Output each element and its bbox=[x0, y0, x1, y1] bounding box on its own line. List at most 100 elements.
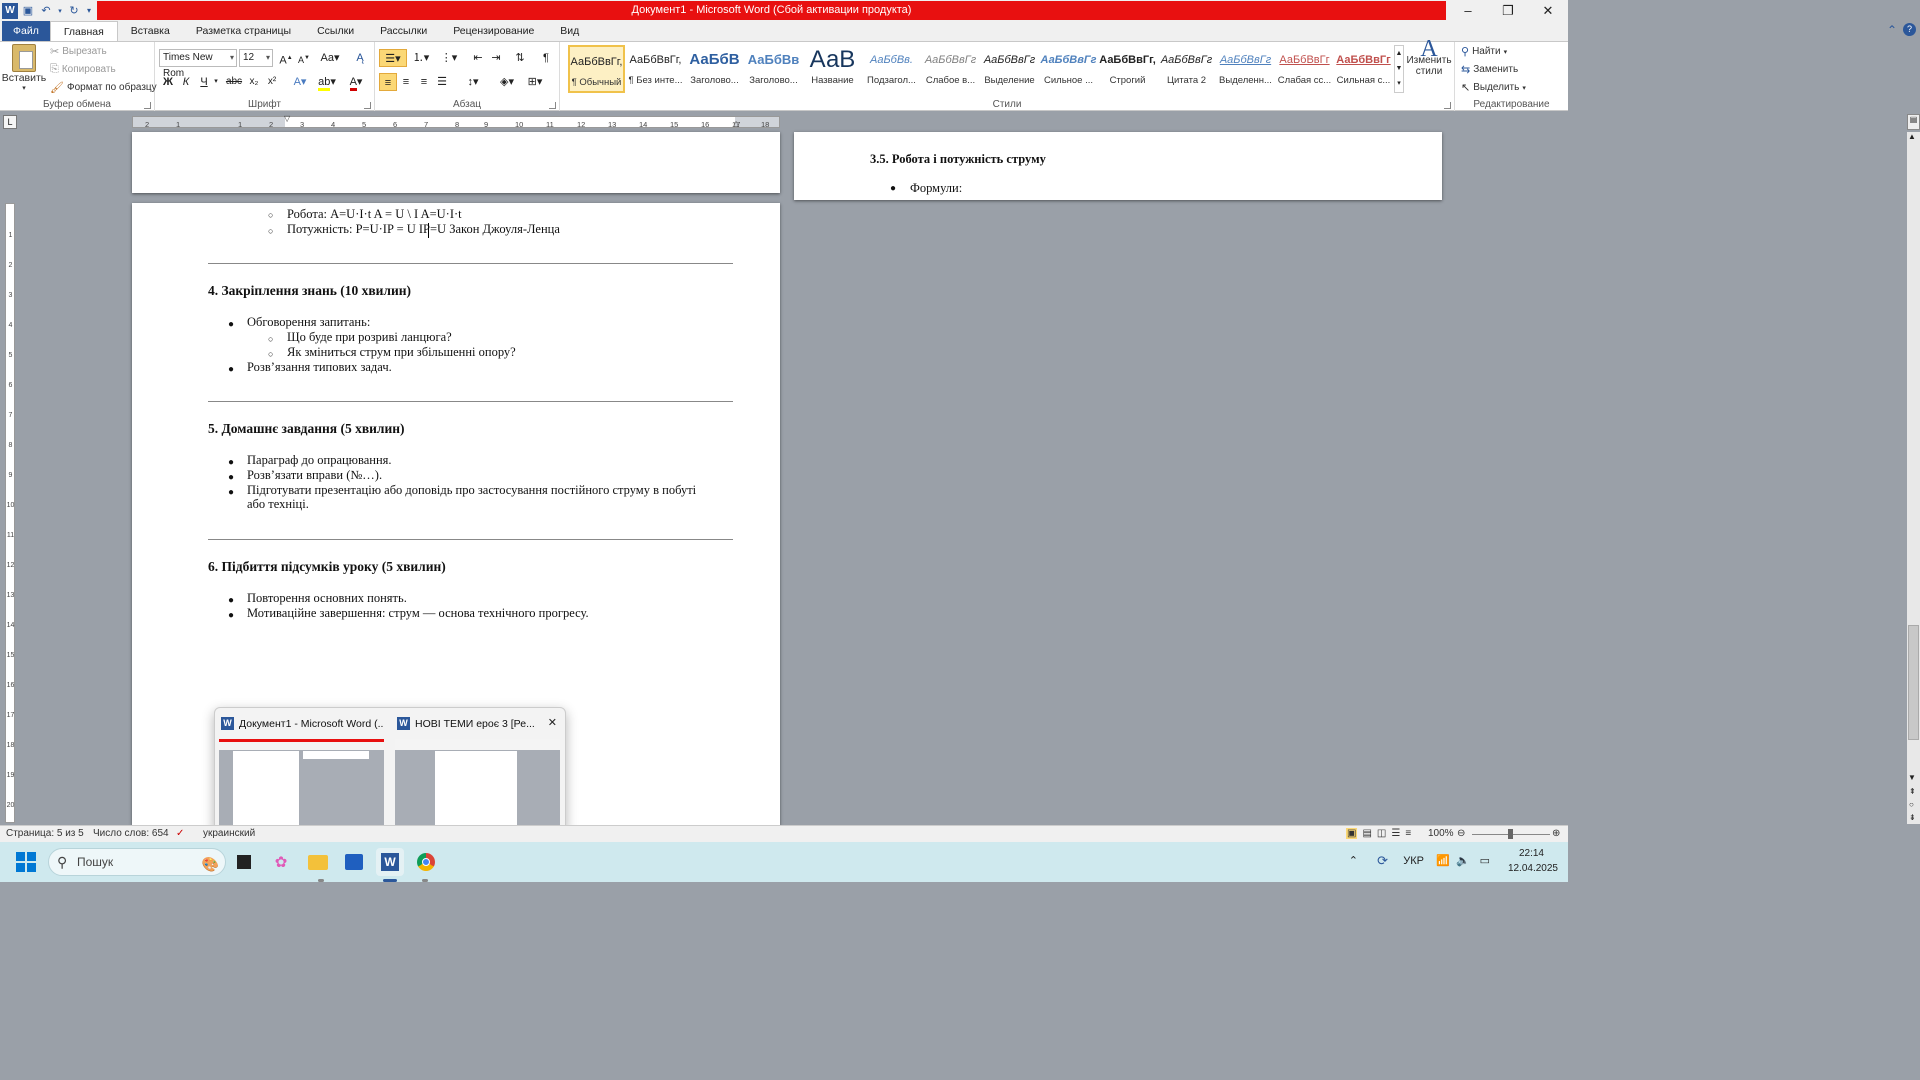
clipboard-launcher-icon[interactable] bbox=[144, 102, 151, 109]
close-button[interactable]: ✕ bbox=[1528, 0, 1568, 21]
help-icon[interactable]: ? bbox=[1903, 23, 1916, 36]
copy-button[interactable]: ⎘ Копировать bbox=[50, 63, 116, 76]
bullets-icon[interactable]: ☰▾ bbox=[379, 49, 407, 67]
bold-icon[interactable]: Ж bbox=[159, 73, 177, 91]
scroll-up-icon[interactable]: ▲ bbox=[1908, 132, 1916, 141]
font-launcher-icon[interactable] bbox=[364, 102, 371, 109]
font-name-combo[interactable]: Times New Rom ▾ bbox=[159, 49, 237, 79]
sort-icon[interactable]: ⇅ bbox=[511, 49, 529, 67]
shading-icon[interactable]: ◈▾ bbox=[495, 73, 519, 91]
scrollbar-thumb[interactable] bbox=[1908, 625, 1919, 740]
clock-date[interactable]: 12.04.2025 bbox=[1508, 863, 1558, 874]
volume-icon[interactable]: 🔈 bbox=[1456, 854, 1470, 867]
font-color-icon[interactable]: A▾ bbox=[345, 73, 367, 91]
style-heading2[interactable]: АаБбВв Заголово... bbox=[745, 45, 802, 93]
style-subtle-emphasis[interactable]: АаБбВвГг Слабое в... bbox=[922, 45, 979, 93]
minimize-ribbon-icon[interactable]: ⌃ bbox=[1887, 23, 1897, 37]
style-subtle-reference[interactable]: АаБбВвГг Слабая сс... bbox=[1276, 45, 1333, 93]
highlight-color-icon[interactable]: ab▾ bbox=[315, 73, 339, 91]
strikethrough-icon[interactable]: abc bbox=[225, 73, 243, 91]
search-box[interactable]: ⚲ Пошук 🎨 bbox=[48, 848, 226, 876]
undo-icon[interactable]: ↶ bbox=[38, 3, 54, 19]
chevron-up-icon[interactable]: ⌃ bbox=[1349, 854, 1358, 867]
multilevel-list-icon[interactable]: ⋮▾ bbox=[437, 49, 461, 67]
tab-mailings[interactable]: Рассылки bbox=[367, 21, 440, 41]
align-center-icon[interactable]: ≡ bbox=[397, 73, 415, 91]
print-layout-icon[interactable]: ▣ bbox=[1346, 828, 1358, 839]
align-right-icon[interactable]: ≡ bbox=[415, 73, 433, 91]
style-emphasis[interactable]: АаБбВвГг Выделение bbox=[981, 45, 1038, 93]
vertical-ruler[interactable]: 1 2 3 4 5 6 7 8 9 10 11 12 13 14 15 16 1… bbox=[5, 203, 15, 823]
zoom-level[interactable]: 100% bbox=[1428, 828, 1454, 839]
tab-view[interactable]: Вид bbox=[547, 21, 592, 41]
justify-icon[interactable]: ☰ bbox=[433, 73, 451, 91]
style-heading1[interactable]: АаБбВ Заголово... bbox=[686, 45, 743, 93]
browse-object-icon[interactable]: ○ bbox=[1909, 800, 1914, 809]
shrink-font-icon[interactable]: A▼ bbox=[295, 49, 313, 67]
style-intense-quote[interactable]: АаБбВвГг Выделенн... bbox=[1217, 45, 1274, 93]
find-button[interactable]: ⚲ Найти ▾ bbox=[1461, 45, 1507, 58]
save-icon[interactable]: ▣ bbox=[20, 3, 36, 19]
zoom-in-icon[interactable]: ⊕ bbox=[1552, 828, 1560, 839]
word-taskbar-icon[interactable]: W bbox=[376, 848, 404, 876]
change-styles-button[interactable]: A Изменить стили bbox=[1406, 37, 1452, 77]
reading-layout-icon[interactable]: ▤ bbox=[1362, 828, 1371, 839]
borders-icon[interactable]: ⊞▾ bbox=[523, 73, 547, 91]
redo-icon[interactable]: ↻ bbox=[66, 3, 82, 19]
view-ruler-icon[interactable]: ▤ bbox=[1907, 114, 1920, 130]
superscript-icon[interactable]: x² bbox=[263, 73, 281, 91]
style-no-spacing[interactable]: АаБбВвГг, ¶ Без инте... bbox=[627, 45, 684, 93]
indent-marker-icon[interactable]: ▽ bbox=[284, 114, 290, 123]
italic-icon[interactable]: К bbox=[177, 73, 195, 91]
task-view-icon[interactable] bbox=[230, 848, 258, 876]
tab-references[interactable]: Ссылки bbox=[304, 21, 367, 41]
align-left-icon[interactable]: ≡ bbox=[379, 73, 397, 91]
style-title[interactable]: АаВ Название bbox=[804, 45, 861, 93]
select-button[interactable]: ↖ Выделить ▾ bbox=[1461, 81, 1526, 94]
tab-review[interactable]: Рецензирование bbox=[440, 21, 547, 41]
subscript-icon[interactable]: x₂ bbox=[245, 73, 263, 91]
style-quote2[interactable]: АаБбВвГг Цитата 2 bbox=[1158, 45, 1215, 93]
chrome-icon[interactable] bbox=[412, 848, 440, 876]
format-painter-button[interactable]: 🖌 Формат по образцу bbox=[50, 81, 157, 94]
draft-icon[interactable]: ≡ bbox=[1405, 828, 1411, 839]
sync-icon[interactable]: ⟳ bbox=[1377, 853, 1388, 869]
tab-file[interactable]: Файл bbox=[2, 21, 50, 41]
replace-button[interactable]: ⇆ Заменить bbox=[1461, 63, 1518, 76]
restore-button[interactable]: ❐ bbox=[1488, 0, 1528, 21]
font-size-combo[interactable]: 12 ▾ bbox=[239, 49, 273, 67]
paragraph-launcher-icon[interactable] bbox=[549, 102, 556, 109]
tab-insert[interactable]: Вставка bbox=[118, 21, 183, 41]
tab-selector-icon[interactable]: L bbox=[3, 115, 17, 129]
tab-home[interactable]: Главная bbox=[49, 21, 118, 41]
horizontal-ruler[interactable]: 2 1 1 2 3 4 5 6 7 8 9 10 11 12 13 14 15 … bbox=[132, 114, 780, 129]
style-strong[interactable]: АаБбВвГг, Строгий bbox=[1099, 45, 1156, 93]
copilot-icon[interactable]: ✿ bbox=[267, 848, 295, 876]
show-marks-icon[interactable]: ¶ bbox=[537, 49, 555, 67]
grow-font-icon[interactable]: A▲ bbox=[277, 49, 295, 67]
style-normal[interactable]: АаБбВвГг, ¶ Обычный bbox=[568, 45, 625, 93]
text-effects-icon[interactable]: A▾ bbox=[291, 73, 309, 91]
language[interactable]: украинский bbox=[203, 828, 255, 839]
battery-icon[interactable]: ▭ bbox=[1480, 854, 1490, 867]
store-icon[interactable] bbox=[340, 848, 368, 876]
increase-indent-icon[interactable]: ⇥ bbox=[487, 49, 505, 67]
underline-dropdown-icon[interactable]: ▾ bbox=[211, 73, 221, 91]
word-icon[interactable]: W bbox=[2, 2, 18, 19]
web-layout-icon[interactable]: ◫ bbox=[1377, 828, 1386, 839]
word-count[interactable]: Число слов: 654 bbox=[93, 828, 169, 839]
next-page-icon[interactable]: ⇟ bbox=[1909, 813, 1916, 822]
prev-page-icon[interactable]: ⇞ bbox=[1909, 787, 1916, 796]
right-indent-marker-icon[interactable]: △ bbox=[733, 119, 739, 128]
page-count[interactable]: Страница: 5 из 5 bbox=[6, 828, 84, 839]
styles-launcher-icon[interactable] bbox=[1444, 102, 1451, 109]
paste-button[interactable]: Вставить ▾ bbox=[2, 44, 46, 92]
customize-icon[interactable]: ▾ bbox=[84, 3, 94, 19]
proofing-icon[interactable]: ✓ bbox=[176, 828, 184, 839]
start-button[interactable] bbox=[12, 848, 40, 876]
file-explorer-icon[interactable] bbox=[304, 848, 332, 876]
preview-window-1[interactable]: W Документ1 - Microsoft Word (... bbox=[219, 714, 384, 827]
close-icon[interactable]: ✕ bbox=[548, 716, 557, 729]
numbering-icon[interactable]: ⒈▾ bbox=[409, 49, 433, 67]
style-subtitle[interactable]: АаБбВв. Подзагол... bbox=[863, 45, 920, 93]
